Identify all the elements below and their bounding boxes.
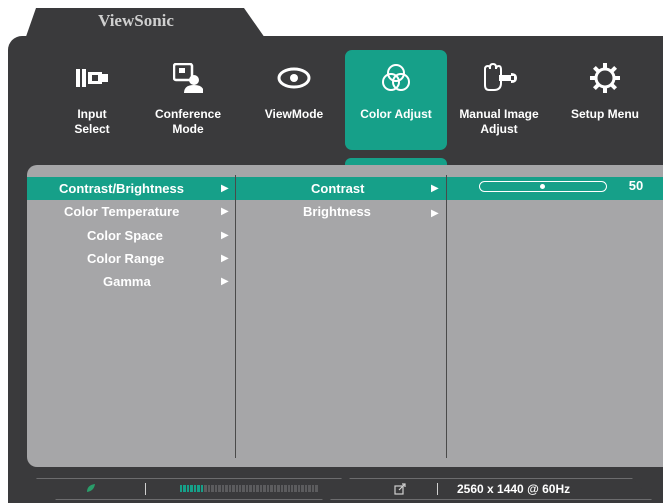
top-menu: Input Select Conference Mode ViewMode Co… bbox=[8, 50, 663, 160]
level-segment bbox=[294, 485, 297, 492]
menu-conference-mode[interactable]: Conference Mode bbox=[140, 50, 236, 150]
input-select-icon bbox=[44, 61, 140, 95]
level-segment bbox=[287, 485, 290, 492]
level-segment bbox=[207, 485, 211, 492]
submenu-label: Color Space bbox=[87, 228, 163, 243]
level-segment bbox=[304, 485, 308, 492]
submenu-label: Gamma bbox=[103, 274, 151, 289]
status-divider bbox=[145, 483, 146, 495]
level-segment bbox=[256, 485, 259, 492]
menu-label: ViewMode bbox=[264, 107, 324, 121]
level-segment bbox=[190, 485, 193, 492]
option-label: Brightness bbox=[303, 204, 371, 219]
menu-setup[interactable]: Setup Menu bbox=[557, 50, 653, 150]
slider-knob[interactable] bbox=[540, 184, 545, 189]
menu-label: Input Select bbox=[74, 107, 110, 136]
submenu-color-space[interactable]: Color Space ▶ bbox=[27, 224, 235, 247]
level-segment bbox=[225, 485, 228, 492]
level-segment bbox=[204, 485, 207, 492]
menu-manual-image-adjust[interactable]: Manual Image Adjust bbox=[451, 50, 547, 150]
level-segment bbox=[186, 485, 190, 492]
eye-icon bbox=[246, 61, 342, 95]
menu-label: Color Adjust bbox=[360, 107, 432, 121]
level-segment bbox=[273, 485, 277, 492]
level-segment bbox=[311, 485, 315, 492]
submenu-color-temperature[interactable]: Color Temperature ▶ bbox=[27, 200, 235, 223]
level-segment bbox=[291, 485, 294, 492]
menu-label: Setup Menu bbox=[571, 107, 639, 121]
level-segment bbox=[200, 485, 204, 492]
option-contrast[interactable]: Contrast ▶ bbox=[236, 177, 446, 200]
menu-label: Manual Image Adjust bbox=[459, 107, 539, 136]
level-segment bbox=[301, 485, 304, 492]
gear-icon bbox=[557, 61, 653, 95]
level-segment bbox=[252, 485, 256, 492]
level-segment bbox=[280, 485, 284, 492]
level-segment bbox=[235, 485, 238, 492]
level-segment bbox=[249, 485, 252, 492]
eco-icon bbox=[85, 482, 101, 496]
conference-mode-icon bbox=[140, 61, 236, 95]
arrow-right-icon: ▶ bbox=[221, 230, 229, 241]
menu-color-adjust[interactable]: Color Adjust bbox=[345, 50, 447, 150]
arrow-right-icon: ▶ bbox=[221, 276, 229, 287]
submenu-gamma[interactable]: Gamma ▶ bbox=[27, 270, 235, 293]
level-segment bbox=[193, 485, 197, 492]
status-divider bbox=[437, 483, 438, 495]
level-segment bbox=[211, 485, 214, 492]
brand-logo: ViewSonic bbox=[98, 11, 174, 30]
level-segment bbox=[232, 485, 235, 492]
option-label: Contrast bbox=[311, 181, 365, 196]
level-segment bbox=[263, 485, 266, 492]
menu-viewmode[interactable]: ViewMode bbox=[246, 50, 342, 150]
submenu-label: Color Temperature bbox=[64, 204, 180, 219]
arrow-right-icon: ▶ bbox=[221, 253, 229, 264]
resolution-readout: 2560 x 1440 @ 60Hz bbox=[457, 482, 571, 496]
menu-label: Conference Mode bbox=[154, 107, 222, 136]
submenu-contrast-brightness[interactable]: Contrast/Brightness ▶ bbox=[27, 177, 235, 200]
level-segment bbox=[308, 485, 311, 492]
eco-level-meter bbox=[180, 485, 318, 492]
level-segment bbox=[277, 485, 280, 492]
submenu-color-range[interactable]: Color Range ▶ bbox=[27, 247, 235, 270]
level-segment bbox=[259, 485, 263, 492]
submenu-label: Color Range bbox=[87, 251, 165, 266]
level-segment bbox=[270, 485, 273, 492]
level-segment bbox=[214, 485, 218, 492]
arrow-right-icon: ▶ bbox=[431, 183, 439, 194]
level-segment bbox=[180, 485, 183, 492]
level-segment bbox=[221, 485, 225, 492]
column-divider bbox=[446, 175, 447, 458]
arrow-right-icon: ▶ bbox=[221, 183, 229, 194]
level-segment bbox=[297, 485, 301, 492]
level-segment bbox=[218, 485, 221, 492]
level-segment bbox=[284, 485, 287, 492]
level-segment bbox=[315, 485, 318, 492]
level-segment bbox=[183, 485, 186, 492]
color-circles-icon bbox=[345, 61, 447, 95]
level-segment bbox=[245, 485, 249, 492]
contrast-slider[interactable] bbox=[479, 181, 607, 192]
arrow-right-icon: ▶ bbox=[431, 208, 439, 219]
option-brightness[interactable]: Brightness ▶ bbox=[236, 200, 446, 223]
level-segment bbox=[242, 485, 245, 492]
submenu-label: Contrast/Brightness bbox=[59, 181, 184, 196]
level-segment bbox=[197, 485, 200, 492]
arrow-right-icon: ▶ bbox=[221, 206, 229, 217]
level-segment bbox=[266, 485, 270, 492]
level-segment bbox=[228, 485, 232, 492]
hand-wrench-icon bbox=[451, 61, 547, 95]
level-segment bbox=[238, 485, 242, 492]
menu-input-select[interactable]: Input Select bbox=[44, 50, 140, 150]
input-source-icon bbox=[394, 482, 406, 500]
slider-value: 50 bbox=[628, 178, 644, 193]
